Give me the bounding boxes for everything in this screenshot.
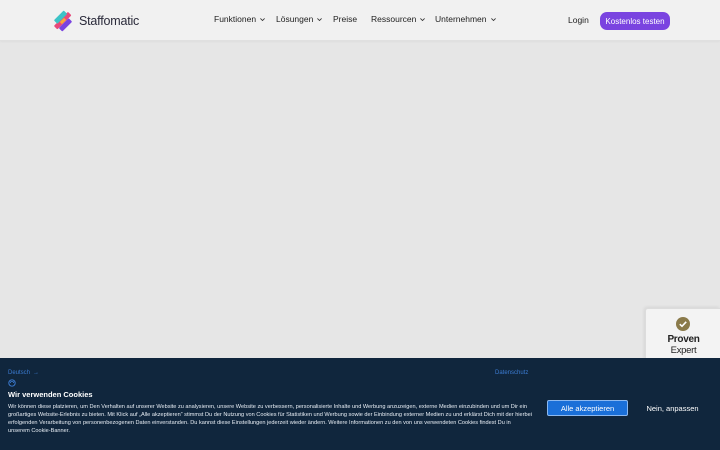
- nav-label: Funktionen: [214, 14, 257, 24]
- main-nav: Funktionen Lösungen Preise Ressourcen Un…: [214, 14, 497, 24]
- nav-item-unternehmen[interactable]: Unternehmen: [435, 14, 497, 24]
- free-trial-button[interactable]: Kostenlos testen: [600, 12, 670, 30]
- nav-label: Lösungen: [276, 14, 314, 24]
- nav-item-loesungen[interactable]: Lösungen: [276, 14, 333, 24]
- staffomatic-logo-icon: [54, 10, 72, 31]
- arrow-right-icon: →: [33, 370, 40, 376]
- language-label: Deutsch: [8, 370, 31, 376]
- check-circle-icon: [676, 317, 690, 331]
- nav-label: Ressourcen: [371, 14, 417, 24]
- cookie-settings-icon[interactable]: [8, 379, 16, 387]
- badge-line2: Expert: [670, 345, 697, 356]
- logo[interactable]: Staffomatic: [51, 8, 139, 33]
- language-selector[interactable]: Deutsch →: [8, 370, 39, 376]
- provenexpert-badge[interactable]: Proven Expert: [645, 308, 720, 360]
- nav-label: Unternehmen: [435, 14, 487, 24]
- nav-item-funktionen[interactable]: Funktionen: [214, 14, 276, 24]
- brand-name: Staffomatic: [79, 13, 140, 28]
- chevron-down-icon: [260, 17, 265, 21]
- cookie-description: Wir können diese platzieren, um Den Verh…: [8, 404, 532, 435]
- chevron-down-icon: [490, 17, 496, 21]
- accept-all-button[interactable]: Alle akzeptieren: [547, 400, 628, 416]
- site-header: Staffomatic Funktionen Lösungen Preise R…: [0, 0, 720, 41]
- privacy-link[interactable]: Datenschutz: [495, 370, 528, 376]
- chevron-down-icon: [317, 17, 323, 21]
- nav-label: Preise: [333, 14, 358, 24]
- login-link[interactable]: Login: [568, 15, 589, 25]
- cookie-banner: Deutsch → Datenschutz Wir verwenden Cook…: [0, 358, 720, 450]
- customize-button[interactable]: Nein, anpassen: [640, 402, 705, 414]
- badge-line1: Proven: [667, 334, 700, 345]
- cookie-title: Wir verwenden Cookies: [8, 390, 93, 399]
- nav-item-ressourcen[interactable]: Ressourcen: [371, 14, 435, 24]
- chevron-down-icon: [420, 17, 426, 21]
- nav-item-preise[interactable]: Preise: [333, 14, 371, 24]
